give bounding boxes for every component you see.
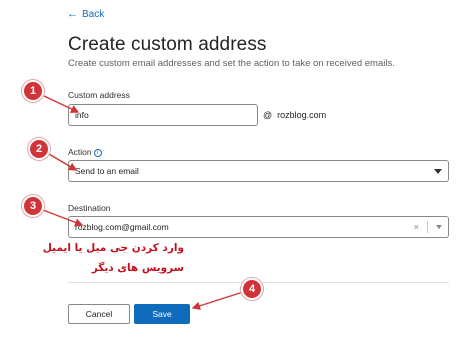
arrow-4 [191,291,244,310]
marker-1: 1 [22,80,44,102]
marker-4: 4 [241,278,263,300]
annotation-arrows [42,95,244,310]
arrow-3 [42,209,84,227]
marker-3: 3 [22,195,44,217]
arrow-1 [43,95,80,113]
marker-2: 2 [28,138,50,160]
arrow-2 [48,153,78,171]
